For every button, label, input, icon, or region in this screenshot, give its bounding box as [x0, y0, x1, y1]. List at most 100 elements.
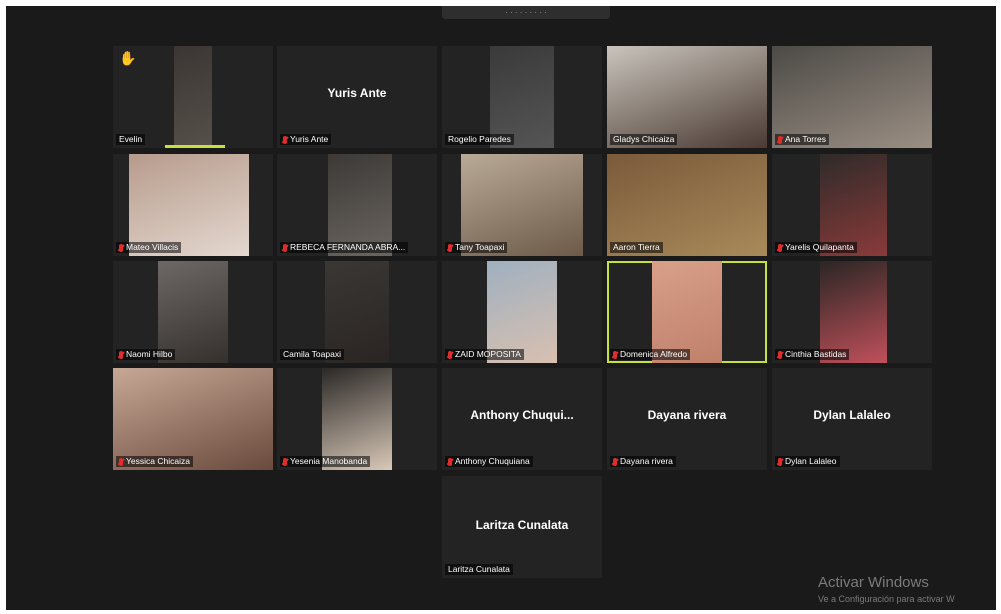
participant-name-label: Laritza Cunalata: [445, 564, 513, 575]
muted-microphone-icon: [448, 243, 452, 252]
participant-tile[interactable]: Rogelio Paredes: [442, 46, 602, 148]
participant-name-text: Tany Toapaxi: [455, 242, 505, 252]
participant-video: [157, 261, 229, 363]
participant-tile[interactable]: Mateo Villacis: [113, 154, 273, 256]
muted-microphone-icon: [283, 243, 287, 252]
participant-video: [328, 154, 393, 256]
participant-video: [490, 46, 554, 148]
participant-tile[interactable]: Dylan Lalaleo Dylan Lalaleo: [772, 368, 932, 470]
participant-video: [820, 261, 888, 363]
muted-microphone-icon: [613, 457, 617, 466]
muted-microphone-icon: [283, 135, 287, 144]
participant-tile[interactable]: Domenica Alfredo: [607, 261, 767, 363]
participant-name-text: Yesenia Manobanda: [290, 456, 368, 466]
participant-video: [173, 46, 213, 148]
participant-tile[interactable]: REBECA FERNANDA ABRA...: [277, 154, 437, 256]
top-info-bar[interactable]: · · · · · · · · ·: [442, 6, 610, 19]
participant-tile[interactable]: Yuris Ante Yuris Ante: [277, 46, 437, 148]
participant-name-label: Tany Toapaxi: [445, 242, 508, 253]
muted-microphone-icon: [778, 457, 782, 466]
windows-activation-watermark: Activar Windows Ve a Configuración para …: [818, 574, 955, 604]
participant-tile[interactable]: Aaron Tierra: [607, 154, 767, 256]
participant-tile[interactable]: ✋ Evelin: [113, 46, 273, 148]
participant-video: [651, 261, 723, 363]
participant-video: [820, 154, 888, 256]
raised-hand-icon: ✋: [119, 50, 137, 66]
participant-tile[interactable]: Camila Toapaxi: [277, 261, 437, 363]
muted-microphone-icon: [119, 457, 123, 466]
participant-display-name: Yuris Ante: [327, 86, 387, 100]
participant-video: [321, 368, 393, 470]
participant-name-label: Rogelio Paredes: [445, 134, 514, 145]
muted-microphone-icon: [778, 243, 782, 252]
participant-name-text: Ana Torres: [785, 134, 826, 144]
muted-microphone-icon: [448, 350, 452, 359]
participant-video: [113, 368, 273, 470]
participant-name-text: Gladys Chicaiza: [613, 134, 675, 144]
watermark-title: Activar Windows: [818, 574, 929, 591]
participant-name-label: Yuris Ante: [280, 134, 332, 145]
watermark-subtitle: Ve a Configuración para activar W: [818, 594, 955, 604]
participant-video: [607, 46, 767, 148]
participant-name-text: Mateo Villacis: [126, 242, 179, 252]
participant-display-name: Anthony Chuqui...: [470, 408, 574, 422]
participant-display-name: Dayana rivera: [647, 408, 727, 422]
participant-name-text: REBECA FERNANDA ABRA...: [290, 242, 406, 252]
participant-tile[interactable]: Gladys Chicaiza: [607, 46, 767, 148]
participant-name-label: Domenica Alfredo: [610, 349, 691, 360]
muted-microphone-icon: [448, 457, 452, 466]
participant-name-text: ZAID MOPOSITA: [455, 349, 521, 359]
participant-name-label: Naomi Hilbo: [116, 349, 176, 360]
participant-name-label: Gladys Chicaiza: [610, 134, 678, 145]
muted-microphone-icon: [778, 135, 782, 144]
participant-video: [129, 154, 249, 256]
participant-name-label: Dayana rivera: [610, 456, 676, 467]
participant-tile[interactable]: Tany Toapaxi: [442, 154, 602, 256]
zoom-gallery-view: · · · · · · · · · ✋ Evelin Yuris Ante Yuris…: [6, 6, 996, 610]
participant-name-text: Naomi Hilbo: [126, 349, 173, 359]
participant-name-text: Yessica Chicaiza: [126, 456, 190, 466]
muted-microphone-icon: [613, 350, 617, 359]
participant-name-label: Yessica Chicaiza: [116, 456, 193, 467]
participant-tile[interactable]: Cinthia Bastidas: [772, 261, 932, 363]
participant-tile[interactable]: ZAID MOPOSITA: [442, 261, 602, 363]
participant-name-text: Anthony Chuquiana: [455, 456, 530, 466]
participant-video: [486, 261, 558, 363]
participant-name-label: Yarelis Quilapanta: [775, 242, 857, 253]
participant-name-text: Cinthia Bastidas: [785, 349, 847, 359]
muted-microphone-icon: [778, 350, 782, 359]
participant-name-text: Laritza Cunalata: [448, 564, 510, 574]
speaking-indicator: [165, 145, 225, 148]
participant-name-label: Aaron Tierra: [610, 242, 663, 253]
participant-name-label: Yesenia Manobanda: [280, 456, 371, 467]
muted-microphone-icon: [119, 350, 123, 359]
participant-name-text: Domenica Alfredo: [620, 349, 688, 359]
participant-tile[interactable]: Yesenia Manobanda: [277, 368, 437, 470]
participant-video: [607, 154, 767, 256]
participant-name-text: Yarelis Quilapanta: [785, 242, 854, 252]
participant-tile[interactable]: Naomi Hilbo: [113, 261, 273, 363]
participant-name-label: Evelin: [116, 134, 146, 145]
participant-name-label: Anthony Chuquiana: [445, 456, 533, 467]
muted-microphone-icon: [119, 243, 123, 252]
participant-name-label: REBECA FERNANDA ABRA...: [280, 242, 409, 253]
participant-name-text: Aaron Tierra: [613, 242, 660, 252]
participant-name-text: Rogelio Paredes: [448, 134, 511, 144]
participant-video: [461, 154, 583, 256]
participant-tile[interactable]: Anthony Chuqui... Anthony Chuquiana: [442, 368, 602, 470]
participant-tile[interactable]: Dayana rivera Dayana rivera: [607, 368, 767, 470]
participant-name-label: Mateo Villacis: [116, 242, 182, 253]
participant-name-label: Cinthia Bastidas: [775, 349, 850, 360]
participant-name-text: Dylan Lalaleo: [785, 456, 837, 466]
participant-display-name: Laritza Cunalata: [475, 518, 569, 532]
participant-tile[interactable]: Yarelis Quilapanta: [772, 154, 932, 256]
participant-name-text: Yuris Ante: [290, 134, 329, 144]
participant-tile[interactable]: Ana Torres: [772, 46, 932, 148]
participant-name-text: Camila Toapaxi: [283, 349, 341, 359]
participant-display-name: Dylan Lalaleo: [813, 408, 891, 422]
participant-video: [325, 261, 389, 363]
participant-name-text: Dayana rivera: [620, 456, 673, 466]
participant-name-label: Camila Toapaxi: [280, 349, 344, 360]
participant-tile[interactable]: Yessica Chicaiza: [113, 368, 273, 470]
participant-tile[interactable]: Laritza Cunalata Laritza Cunalata: [442, 476, 602, 578]
